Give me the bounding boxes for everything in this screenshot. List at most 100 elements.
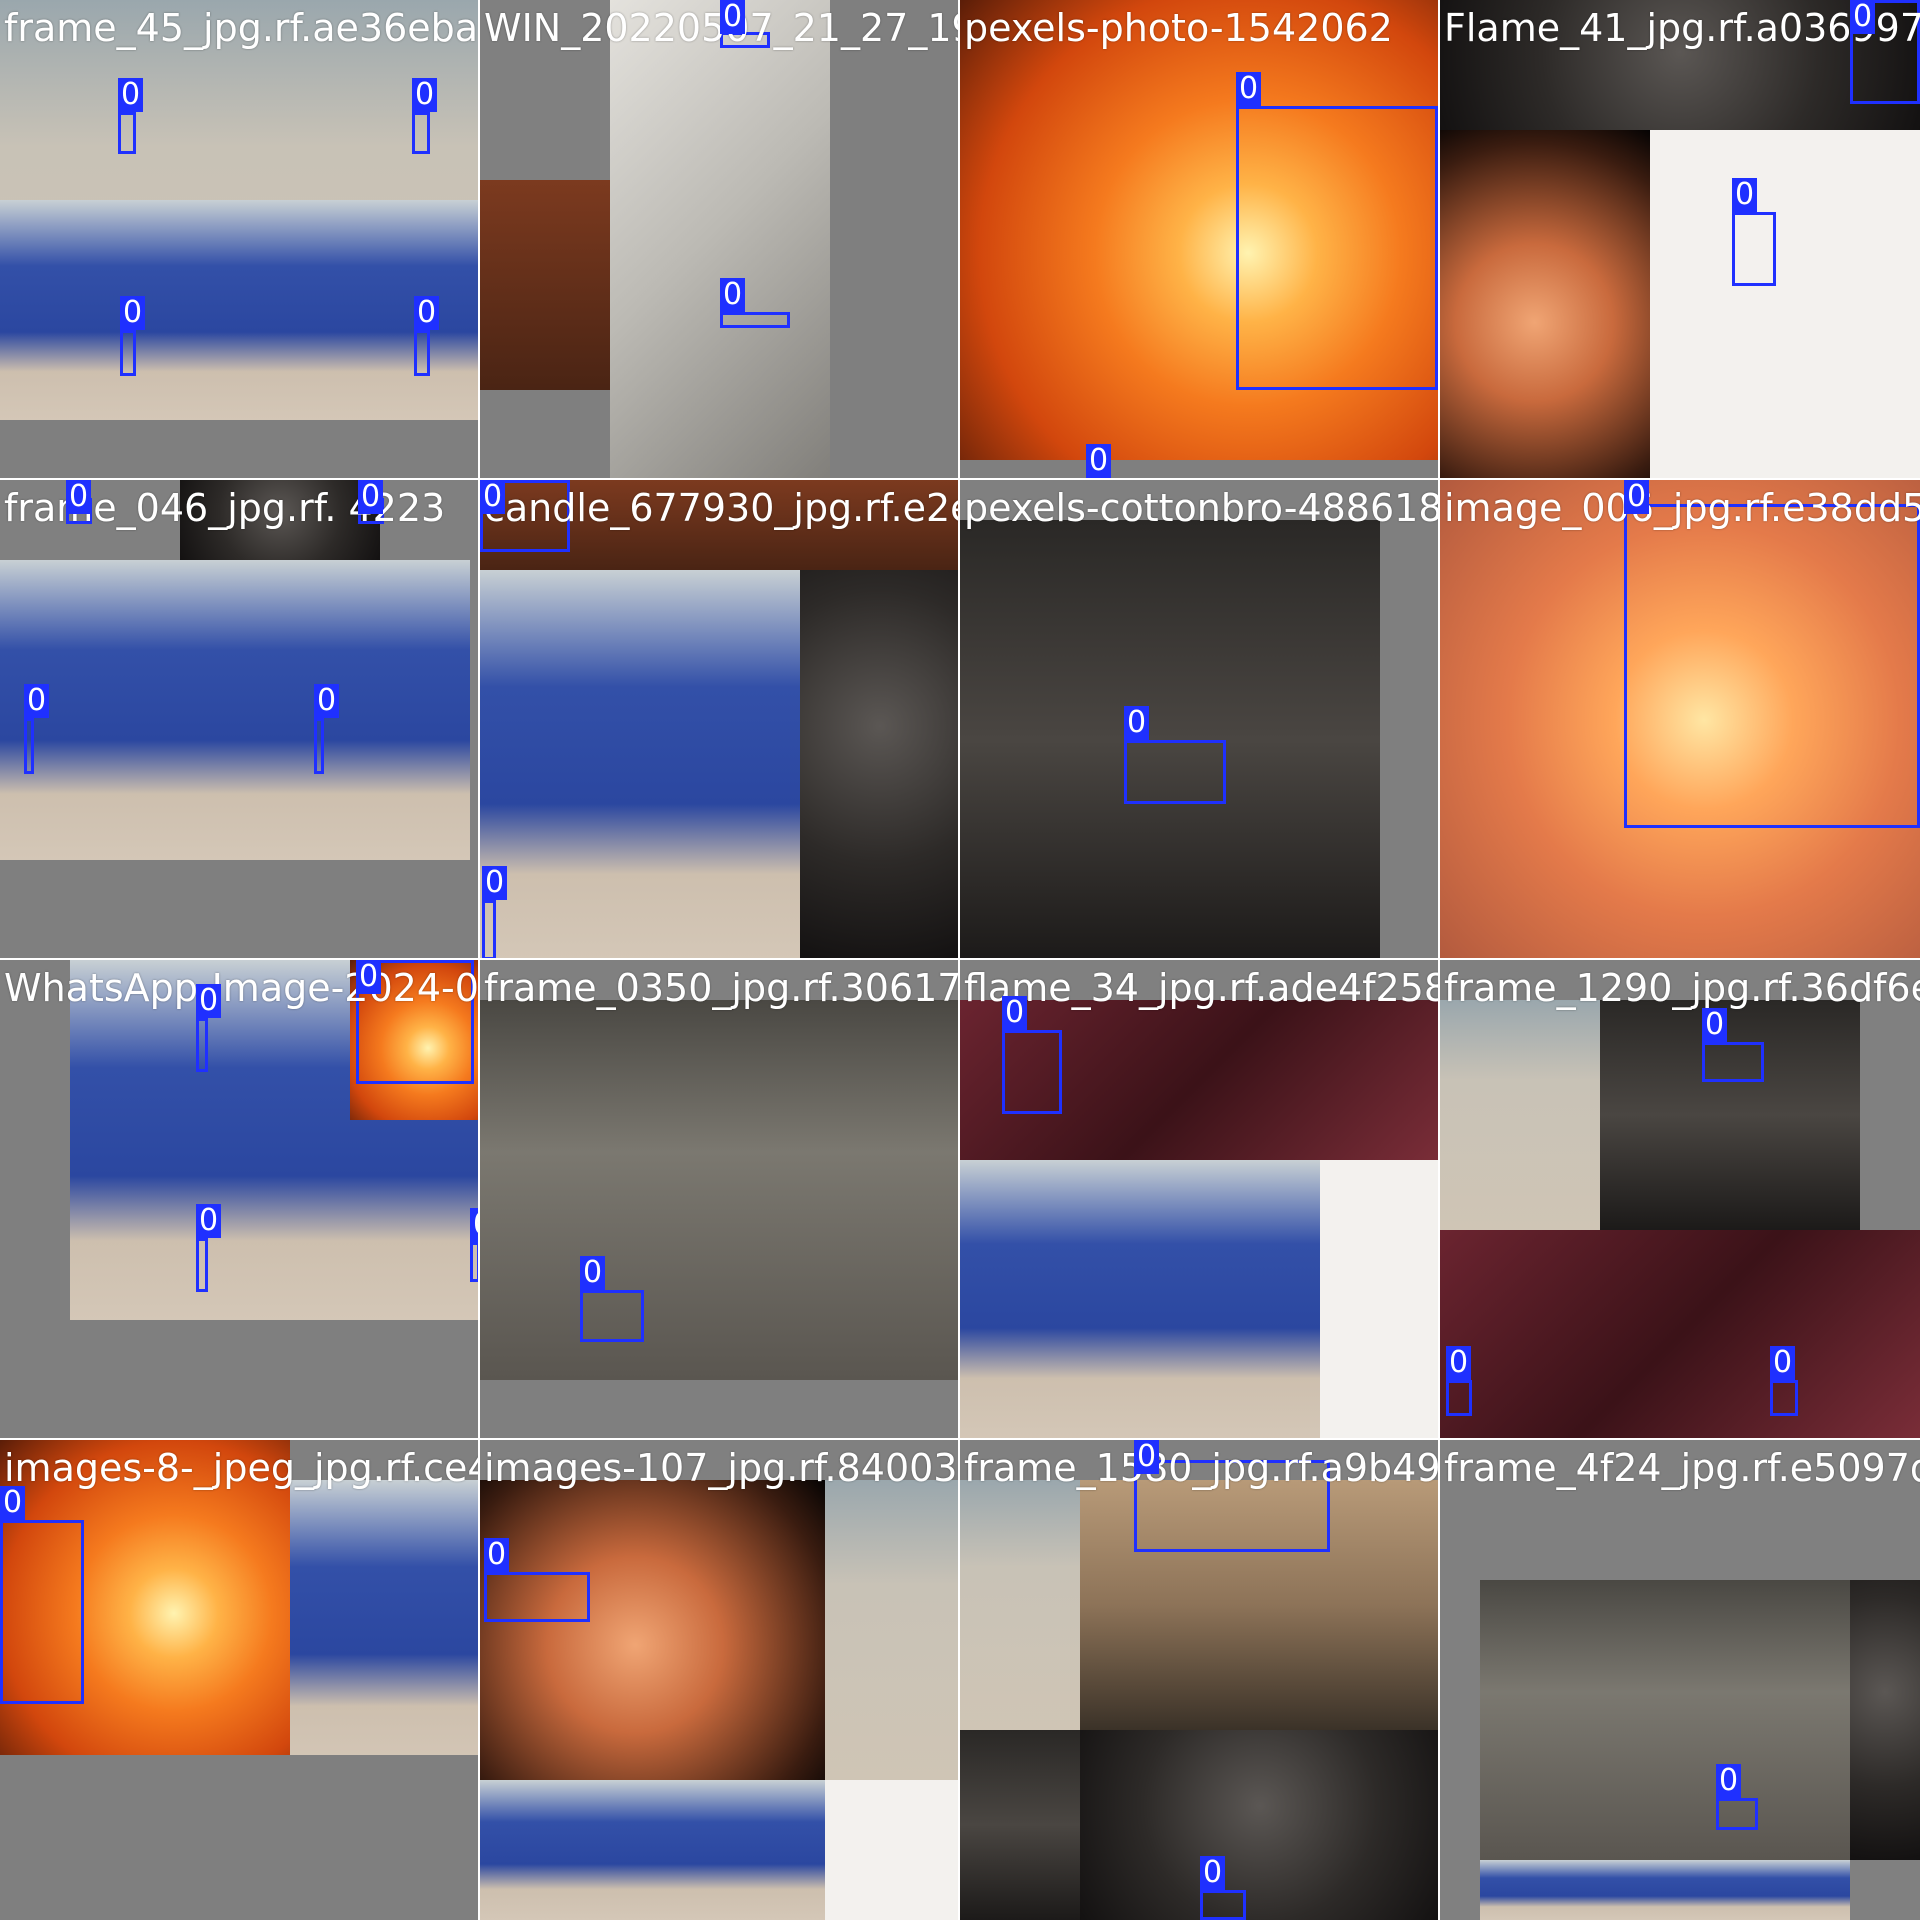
bounding-box [1770, 1380, 1798, 1416]
bounding-box [118, 112, 136, 154]
tile-photo [0, 860, 478, 958]
class-id-tag: 0 [720, 0, 746, 34]
tile-filename-label: frame_0350_jpg.rf.306178b3c [484, 966, 960, 1010]
class-id-tag: 0 [1236, 72, 1262, 106]
tile-filename-label: flame_34_jpg.rf.ade4f258e8 [964, 966, 1438, 1010]
mosaic-tile: frame_45_jpg.rf.ae36eba135 0 0 0 0 [0, 0, 480, 480]
bounding-box [1702, 1042, 1764, 1082]
class-id-tag: 0 [1086, 444, 1112, 478]
tile-filename-label: pexels-photo-1542062 [964, 6, 1393, 50]
class-id-tag: 0 [358, 480, 384, 514]
bounding-box [196, 1018, 208, 1072]
tile-photo [480, 1000, 958, 1380]
tile-photo [1080, 1730, 1438, 1920]
detection-mosaic: frame_45_jpg.rf.ae36eba1350000WIN_202205… [0, 0, 1920, 1920]
tile-photo [1480, 1580, 1850, 1860]
tile-photo [0, 960, 70, 1320]
tile-photo [1320, 1160, 1438, 1438]
tile-filename-label: images-8-_jpeg_jpg.rf.ce4edc0b4 [4, 1446, 478, 1490]
mosaic-tile: pexels-photo-1542062 0 0 [960, 0, 1440, 480]
tile-photo [0, 560, 470, 860]
class-id-tag: 0 [66, 480, 92, 514]
class-id-tag: 0 [356, 960, 382, 994]
bounding-box [1732, 212, 1776, 286]
bounding-box [470, 1242, 478, 1282]
tile-photo [960, 1730, 1080, 1920]
tile-photo [1850, 1580, 1920, 1860]
class-id-tag: 0 [24, 684, 50, 718]
class-id-tag: 0 [480, 480, 506, 514]
bounding-box [1446, 1380, 1472, 1416]
mosaic-tile: WIN_20220507_21_27_19_Pro_jpg.rf.a00 [480, 0, 960, 480]
bounding-box [482, 900, 496, 958]
mosaic-tile: WhatsApp-Image-2024-04-00000 [0, 960, 480, 1440]
class-id-tag: 0 [1770, 1346, 1796, 1380]
tile-photo [825, 1480, 958, 1780]
tile-photo [290, 1480, 478, 1770]
tile-filename-label: images-107_jpg.rf.84003c764 [484, 1446, 958, 1490]
tile-photo [0, 1755, 478, 1920]
tile-photo [1480, 1860, 1850, 1920]
mosaic-tile: flame_34_jpg.rf.ade4f258e80 [960, 960, 1440, 1440]
tile-filename-label: candle_677930_jpg.rf.e2ec1ca8cf00 [484, 486, 960, 530]
bounding-box [484, 1572, 590, 1622]
tile-filename-label: WhatsApp-Image-2024-04-0 [4, 966, 479, 1010]
class-id-tag: 0 [314, 684, 340, 718]
class-id-tag: 0 [720, 278, 746, 312]
class-id-tag: 0 [580, 1256, 606, 1290]
tile-photo [480, 570, 800, 958]
mosaic-tile: images-107_jpg.rf.84003c764 0 [480, 1440, 960, 1920]
bounding-box [1236, 106, 1438, 390]
bounding-box [120, 330, 136, 376]
mosaic-tile: images-8-_jpeg_jpg.rf.ce4edc0b40 [0, 1440, 480, 1920]
class-id-tag: 0 [484, 1538, 510, 1572]
class-id-tag: 0 [118, 78, 144, 112]
mosaic-tile: frame_046_jpg.rf. 4223 0 0 0 0 [0, 480, 480, 960]
bounding-box [1124, 740, 1226, 804]
tile-photo [1380, 520, 1438, 958]
tile-filename-label: Flame_41_jpg.rf.a0369977 [1444, 6, 1920, 50]
bounding-box [1716, 1798, 1758, 1830]
tile-photo [1650, 130, 1920, 478]
mosaic-tile: image_006_jpg.rf.e38dd52090 [1440, 480, 1920, 960]
class-id-tag: 0 [120, 296, 146, 330]
class-id-tag: 0 [1124, 706, 1150, 740]
bounding-box [314, 718, 324, 774]
tile-filename-label: pexels-cottonbro-4886186-2052233 [964, 486, 1438, 530]
mosaic-tile: Flame_41_jpg.rf.a0369977 0 0 [1440, 0, 1920, 480]
bounding-box [1200, 1890, 1246, 1920]
mosaic-tile: pexels-cottonbro-4886186-2052233 0 [960, 480, 1440, 960]
tile-photo [830, 0, 958, 478]
bounding-box [1002, 1030, 1062, 1114]
tile-photo [0, 1320, 478, 1438]
mosaic-tile: frame_1290_jpg.rf.36df6e1b5000 [1440, 960, 1920, 1440]
tile-filename-label: frame_1580_jpg.rf.a9b498bf6 [964, 1446, 1440, 1490]
mosaic-tile: frame_1580_jpg.rf.a9b498bf600 [960, 1440, 1440, 1920]
tile-photo [960, 1160, 1320, 1438]
bounding-box [1624, 504, 1920, 828]
tile-filename-label: image_006_jpg.rf.e38dd5209 [1444, 486, 1920, 530]
tile-photo [1440, 130, 1650, 478]
tile-filename-label: frame_4f24_jpg.rf.e5097d1e9 [1444, 1446, 1920, 1490]
class-id-tag: 0 [1134, 1440, 1160, 1474]
bounding-box [580, 1290, 644, 1342]
tile-filename-label: frame_1290_jpg.rf.36df6e1b5 [1444, 966, 1920, 1010]
tile-photo [1440, 1230, 1920, 1438]
class-id-tag: 0 [196, 984, 222, 1018]
bounding-box [412, 112, 430, 154]
class-id-tag: 0 [0, 1486, 26, 1520]
class-id-tag: 0 [1702, 1008, 1728, 1042]
tile-photo [480, 390, 610, 478]
tile-photo [800, 570, 958, 958]
tile-photo [0, 200, 478, 420]
class-id-tag: 0 [414, 296, 440, 330]
tile-photo [1600, 1000, 1860, 1230]
tile-photo [0, 420, 478, 478]
bounding-box [24, 718, 34, 774]
class-id-tag: 0 [1624, 480, 1650, 514]
bounding-box [414, 330, 430, 376]
tile-photo [480, 180, 610, 390]
tile-photo [960, 1480, 1080, 1730]
tile-photo [480, 1380, 958, 1438]
class-id-tag: 0 [482, 866, 508, 900]
